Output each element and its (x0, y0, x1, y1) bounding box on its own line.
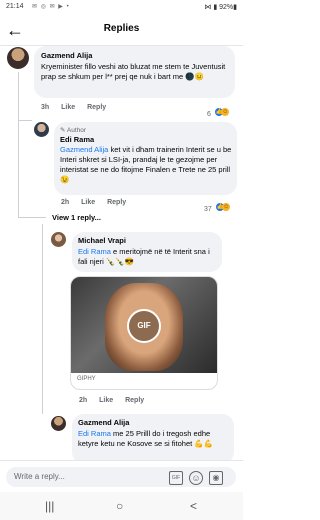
mention-link[interactable]: Gazmend Alija (60, 145, 108, 154)
gif-play-badge[interactable]: GIF (127, 309, 161, 343)
haha-reaction-icon: ☺ (222, 202, 231, 211)
like-button[interactable]: Like (81, 199, 95, 206)
gif-attachment[interactable]: GIF GIPHY (70, 276, 218, 390)
home-icon[interactable]: ○ (116, 499, 123, 513)
avatar[interactable] (51, 232, 66, 247)
comment-bubble: Gazmend Alija Edi Rama me 25 Prilll do i… (72, 414, 234, 464)
comment-text: Kryeminister fillo veshi ato bluzat me s… (41, 62, 226, 81)
status-bar: 21:14 ✉ ◎ ✉ ▶ • ⋈ ▮ 92%▮ (0, 0, 243, 15)
header: ← Replies (0, 15, 243, 46)
comment-time: 2h (61, 199, 70, 206)
comment-bubble: Gazmend Alija Kryeminister fillo veshi a… (34, 46, 235, 98)
comment-author[interactable]: Edi Rama (60, 135, 94, 144)
comment-text: Gazmend Alija ket vit i dham trainerin I… (60, 145, 234, 185)
system-nav-bar: ||| ○ < (0, 492, 243, 520)
mention-link[interactable]: Edi Rama (78, 429, 111, 438)
reply-button[interactable]: Reply (107, 199, 126, 206)
comment-time: 2h (79, 397, 88, 404)
reply-placeholder: Write a reply... (14, 472, 65, 481)
reaction-count: 37 (204, 206, 212, 213)
comment-text: Edi Rama me 25 Prilll do i tregosh edhe … (78, 429, 232, 449)
avatar[interactable] (7, 47, 29, 69)
comment-actions: 2h Like Reply (79, 397, 154, 404)
author-badge: ✎ Author (60, 126, 86, 134)
page-title: Replies (103, 23, 140, 34)
comment-text: Edi Rama e meritojmë në të Interit sna i… (78, 247, 220, 267)
view-replies-link[interactable]: View 1 reply... (52, 213, 101, 222)
thread-line (18, 217, 46, 218)
gif-image[interactable]: GIF (71, 277, 217, 373)
comment-actions: 3h Like Reply (41, 104, 116, 111)
comment-time: 3h (41, 104, 50, 111)
comment-author[interactable]: Michael Vrapi (78, 236, 126, 245)
reply-button[interactable]: Reply (87, 104, 106, 111)
pencil-icon: ✎ (60, 127, 66, 134)
avatar[interactable] (51, 416, 66, 431)
camera-icon[interactable]: ◉ (209, 471, 223, 485)
comment-bubble: Michael Vrapi Edi Rama e meritojmë në të… (72, 232, 222, 272)
gif-label: GIF (137, 321, 151, 330)
comment-actions: 2h Like Reply (61, 199, 136, 206)
reaction-summary[interactable]: 37 👍☺ (204, 198, 231, 216)
reaction-count: 6 (207, 111, 211, 118)
status-time: 21:14 (6, 3, 24, 10)
mention-link[interactable]: Edi Rama (78, 247, 111, 256)
like-button[interactable]: Like (99, 397, 113, 404)
emoji-icon[interactable]: ☺ (189, 471, 203, 485)
recent-apps-icon[interactable]: ||| (45, 499, 54, 513)
author-badge-label: Author (66, 127, 87, 134)
thread-line (18, 72, 19, 217)
back-icon[interactable]: < (190, 499, 197, 513)
gif-icon[interactable]: GIF (169, 471, 183, 485)
status-icons: ✉ ◎ ✉ ▶ • (32, 4, 70, 10)
reply-composer: Write a reply... GIF ☺ ◉ (0, 460, 243, 493)
reply-button[interactable]: Reply (125, 397, 144, 404)
thread-line (42, 224, 43, 414)
like-button[interactable]: Like (61, 104, 75, 111)
comment-author[interactable]: Gazmend Alija (78, 418, 129, 427)
giphy-label: GIPHY (77, 376, 96, 382)
reply-input[interactable]: Write a reply... GIF ☺ ◉ (6, 467, 236, 487)
thread-line (18, 120, 32, 121)
status-battery: ⋈ ▮ 92%▮ (204, 4, 237, 11)
comment-bubble: ✎ Author Edi Rama Gazmend Alija ket vit … (54, 122, 237, 195)
reaction-summary[interactable]: 6 👍☺ (207, 103, 230, 121)
avatar[interactable] (34, 122, 49, 137)
haha-reaction-icon: ☺ (221, 107, 230, 116)
comment-author[interactable]: Gazmend Alija (41, 51, 92, 60)
